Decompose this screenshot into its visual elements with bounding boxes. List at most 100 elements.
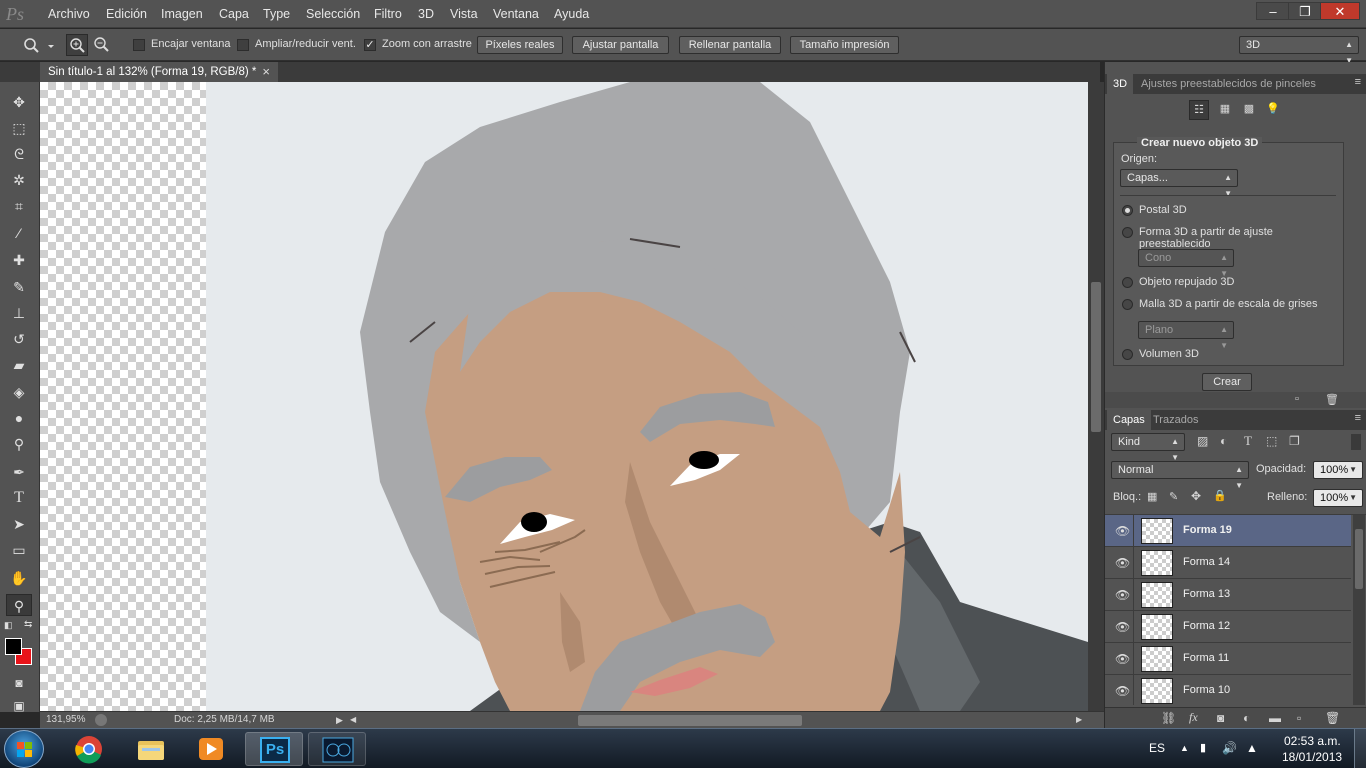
swap-colors-icon[interactable]: ⇆ (24, 619, 32, 630)
chrome-icon[interactable] (60, 732, 118, 766)
opacity-input[interactable]: 100% ▼ (1313, 461, 1363, 479)
eye-icon[interactable]: 👁 (1115, 588, 1130, 602)
lasso-icon[interactable]: ᘓ (6, 143, 32, 165)
tamano-impresion-button[interactable]: Tamaño impresión (790, 36, 899, 54)
show-hidden-icons-icon[interactable]: ▲ (1180, 743, 1189, 753)
scroll-left-icon[interactable]: ◀ (350, 712, 356, 728)
volumen-3d-label[interactable]: Volumen 3D (1139, 348, 1199, 360)
menu-type[interactable]: Type (262, 0, 291, 28)
layer-row[interactable]: 👁 Forma 10 (1105, 675, 1351, 705)
crear-button[interactable]: Crear (1202, 373, 1252, 391)
eye-icon[interactable]: 👁 (1115, 524, 1130, 538)
menu-archivo[interactable]: Archivo (47, 0, 91, 28)
dodge-icon[interactable]: ⚲ (6, 433, 32, 455)
filter-toggle[interactable] (1351, 434, 1361, 450)
start-button[interactable] (4, 730, 44, 768)
menu-seleccion[interactable]: Selección (305, 0, 361, 28)
menu-ayuda[interactable]: Ayuda (553, 0, 590, 28)
media-player-icon[interactable] (182, 732, 240, 766)
eye-icon[interactable]: 👁 (1115, 620, 1130, 634)
canvas-area[interactable] (40, 82, 1088, 711)
tab-3d[interactable]: 3D (1107, 74, 1134, 94)
tool-preset-picker[interactable] (8, 33, 58, 57)
lock-transparent-icon[interactable]: ▦ (1147, 490, 1157, 503)
ampliar-reducir-checkbox[interactable] (237, 39, 249, 51)
hand-icon[interactable]: ✋ (6, 567, 32, 589)
pixeles-reales-button[interactable]: Píxeles reales (477, 36, 563, 54)
path-select-icon[interactable]: ➤ (6, 513, 32, 535)
workspace-select[interactable]: 3D ▲ ▼ (1239, 36, 1359, 65)
fx-icon[interactable]: fx (1189, 710, 1198, 725)
eye-icon[interactable]: 👁 (1115, 652, 1130, 666)
layers-scrollbar-thumb[interactable] (1355, 529, 1363, 589)
layer-row[interactable]: 👁 Forma 14 (1105, 547, 1351, 579)
menu-3d[interactable]: 3D (417, 0, 435, 28)
tab-brush-presets[interactable]: Ajustes preestablecidos de pinceles (1135, 74, 1322, 94)
new-layer-icon[interactable]: ▫ (1297, 711, 1301, 725)
history-brush-icon[interactable]: ↺ (6, 328, 32, 350)
filter-kind-select[interactable]: Kind ▲ ▼ (1111, 433, 1185, 462)
smart-object-filter-icon[interactable]: ❐ (1289, 434, 1300, 448)
lock-image-icon[interactable]: ✎ (1169, 490, 1178, 503)
volumen-3d-radio[interactable] (1122, 349, 1133, 360)
minimize-button[interactable]: ‒ (1256, 2, 1290, 20)
healing-icon[interactable]: ✚ (6, 249, 32, 271)
adjustment-layer-icon[interactable]: ◐ (1243, 711, 1250, 725)
status-menu-arrow-icon[interactable]: ▶ (336, 712, 343, 728)
type-filter-icon[interactable]: T (1244, 433, 1252, 449)
layer-name[interactable]: Forma 10 (1183, 684, 1230, 696)
document-tab[interactable]: Sin título-1 al 132% (Forma 19, RGB/8) *… (40, 62, 278, 82)
close-button[interactable]: ✕ (1320, 2, 1360, 20)
volume-icon[interactable]: 🔊 (1222, 741, 1237, 755)
zoom-tool-icon[interactable]: ⚲ (6, 594, 32, 616)
restore-button[interactable]: ❐ (1288, 2, 1322, 20)
scene-filter-icon[interactable]: ☷ (1189, 100, 1209, 120)
layer-name[interactable]: Forma 14 (1183, 556, 1230, 568)
origin-select[interactable]: Capas... ▲ ▼ (1120, 169, 1238, 198)
tab-capas[interactable]: Capas (1107, 410, 1151, 430)
paint-bucket-icon[interactable]: ◈ (6, 381, 32, 403)
default-colors-icon[interactable]: ◧ (4, 620, 13, 631)
file-explorer-icon[interactable] (122, 732, 180, 766)
foreground-color-swatch[interactable] (5, 638, 22, 655)
zoom-arrastre-checkbox[interactable]: ✓ (364, 39, 376, 51)
magic-wand-icon[interactable]: ✲ (6, 169, 32, 191)
menu-capa[interactable]: Capa (218, 0, 250, 28)
brush-icon[interactable]: ✎ (6, 276, 32, 298)
group-folder-icon[interactable]: ▬ (1269, 711, 1281, 725)
layer-mask-icon[interactable]: ◙ (1217, 711, 1224, 725)
lock-position-icon[interactable]: ✥ (1191, 489, 1201, 503)
shape-preset-select[interactable]: Cono ▲ ▼ (1138, 249, 1234, 278)
postal-3d-radio[interactable] (1122, 205, 1133, 216)
pen-icon[interactable]: ✒ (6, 461, 32, 483)
eye-icon[interactable]: 👁 (1115, 684, 1130, 698)
link-layers-icon[interactable]: ⛓ (1161, 711, 1176, 725)
scroll-right-icon[interactable]: ▶ (1076, 712, 1082, 728)
virtualdj-icon[interactable] (308, 732, 366, 766)
menu-imagen[interactable]: Imagen (160, 0, 204, 28)
close-tab-icon[interactable]: × (262, 62, 270, 82)
trash-icon[interactable]: 🗑 (1325, 711, 1340, 725)
layer-row[interactable]: 👁 Forma 19 (1105, 515, 1351, 547)
layer-row[interactable]: 👁 Forma 11 (1105, 643, 1351, 675)
fill-input[interactable]: 100% ▼ (1313, 489, 1363, 507)
zoom-in-button[interactable] (66, 34, 88, 56)
rectangle-icon[interactable]: ▭ (6, 539, 32, 561)
tab-trazados[interactable]: Trazados (1147, 410, 1204, 430)
menu-ventana[interactable]: Ventana (492, 0, 540, 28)
mesh-preset-select[interactable]: Plano ▲ ▼ (1138, 321, 1234, 350)
encajar-ventana-checkbox[interactable] (133, 39, 145, 51)
layer-name[interactable]: Forma 19 (1183, 524, 1232, 536)
rellenar-pantalla-button[interactable]: Rellenar pantalla (679, 36, 781, 54)
light-filter-icon[interactable]: 💡 (1263, 100, 1283, 120)
share-icon[interactable] (95, 714, 107, 726)
quick-mask-icon[interactable]: ◙ (6, 672, 32, 694)
zoom-level[interactable]: 131,95% (46, 712, 85, 728)
canvas-vertical-scrollbar[interactable] (1088, 82, 1104, 711)
eraser-icon[interactable]: ▰ (6, 354, 32, 376)
layer-name[interactable]: Forma 11 (1183, 652, 1229, 664)
show-desktop-button[interactable] (1354, 729, 1366, 768)
scrollbar-thumb[interactable] (1091, 282, 1101, 432)
stamp-icon[interactable]: ⊥ (6, 302, 32, 324)
malla-3d-label[interactable]: Malla 3D a partir de escala de grises (1139, 298, 1318, 310)
